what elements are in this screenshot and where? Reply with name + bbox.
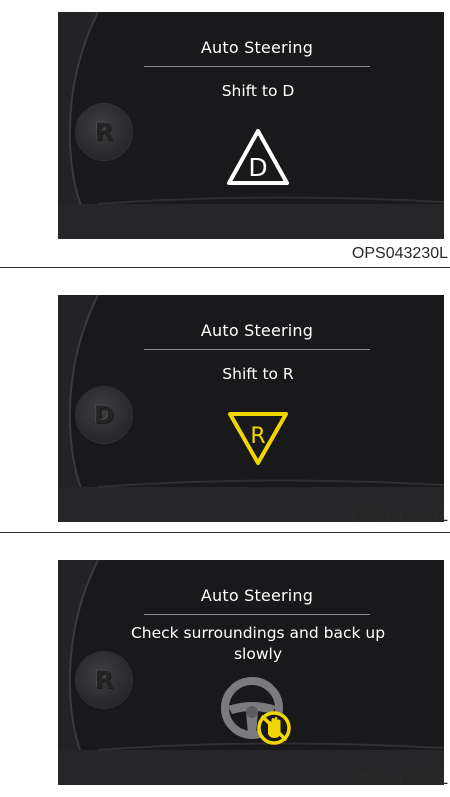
gear-dial-letter: D [94, 401, 114, 429]
title-divider [144, 614, 370, 615]
figure-code: OPS043230L [351, 245, 448, 262]
figure-code: OPS043229L [351, 771, 448, 788]
screen-title: Auto Steering [200, 38, 314, 57]
title-divider [144, 349, 370, 350]
gear-dial: D [76, 387, 132, 443]
panel-shift-to-d: R Auto Steering Shift to D D OPS043230L [0, 0, 450, 268]
panel-shift-to-r: D Auto Steering Shift to R R OPS043254L [0, 268, 450, 533]
cluster-screen: R Auto Steering Check surroundings and b… [58, 560, 444, 785]
screen-message: Check surroundings and back up slowly [130, 624, 386, 663]
screen-message: Shift to D [221, 82, 295, 100]
steering-wheel-hands-off-icon [221, 677, 291, 745]
icon-letter: D [248, 153, 267, 182]
gear-dial-letter: R [94, 118, 114, 146]
figure-code: OPS043254L [351, 508, 448, 525]
panel-check-surroundings: R Auto Steering Check surroundings and b… [0, 533, 450, 797]
screen-title: Auto Steering [200, 586, 314, 605]
screen-message: Shift to R [222, 365, 294, 383]
warning-triangle-d-icon: D [227, 129, 289, 185]
icon-letter: R [250, 424, 265, 449]
title-divider [144, 66, 370, 67]
cluster-screen: R Auto Steering Shift to D D [58, 12, 444, 239]
screen-title: Auto Steering [200, 321, 314, 340]
inverted-triangle-r-icon: R [228, 412, 288, 465]
gear-dial: R [76, 104, 132, 160]
cluster-screen: D Auto Steering Shift to R R [58, 295, 444, 522]
